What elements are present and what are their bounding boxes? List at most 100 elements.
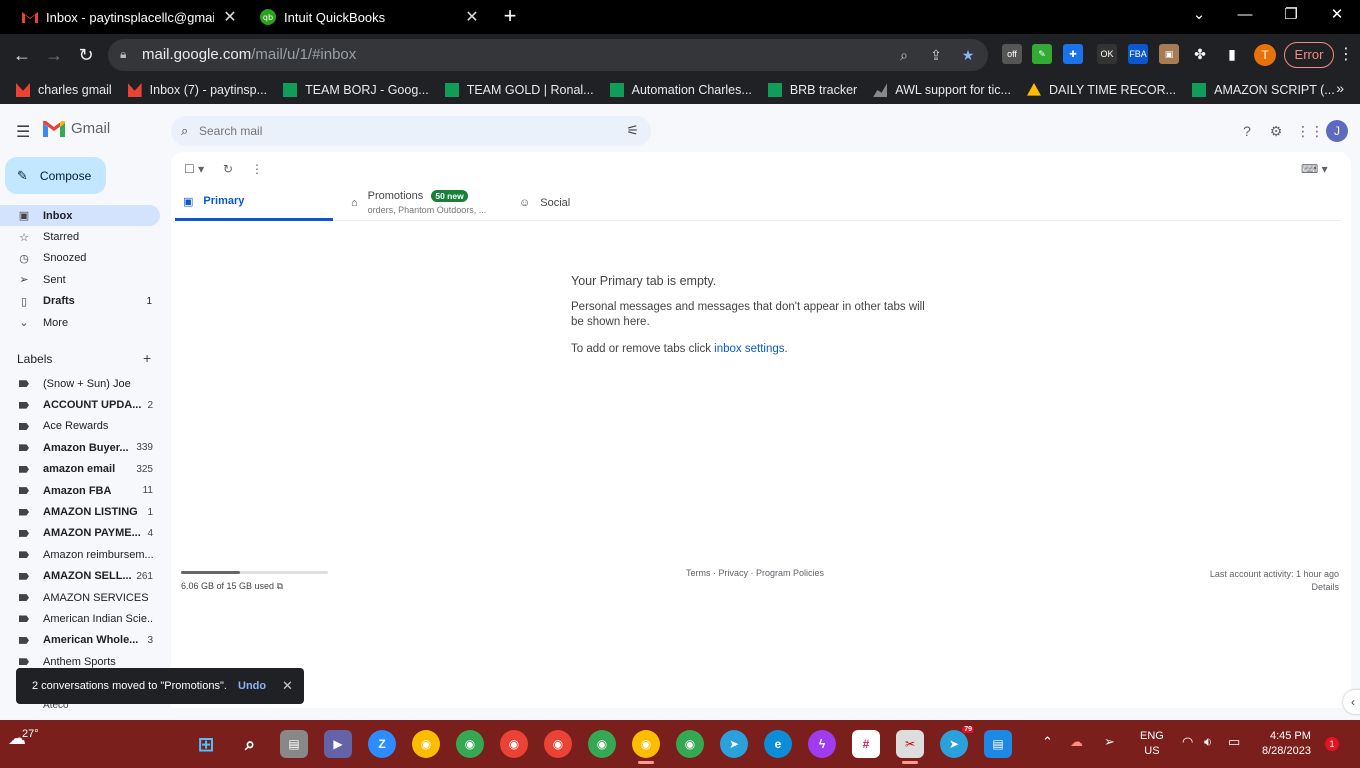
search-icon[interactable]: ⌕	[181, 123, 188, 139]
teams-icon[interactable]: ▶	[324, 730, 352, 758]
settings-gear-icon[interactable]: ⚙	[1267, 122, 1285, 140]
sidebar-item-more[interactable]: ⌄ More	[0, 312, 160, 333]
bookmark-item[interactable]: BRB tracker	[767, 83, 857, 97]
notepad-icon[interactable]: ▤	[984, 730, 1012, 758]
extension-off-icon[interactable]: off	[1002, 44, 1022, 64]
bookmark-item[interactable]: AMAZON SCRIPT (...	[1192, 83, 1335, 97]
browser-menu-icon[interactable]: ⋮	[1338, 44, 1354, 64]
select-checkbox[interactable]: ☐ ▾	[184, 162, 204, 176]
sidebar-label-item[interactable]: AMAZON LISTING 1	[0, 501, 165, 522]
sidebar-item-snoozed[interactable]: ◷ Snoozed	[0, 248, 160, 269]
bookmark-item[interactable]: Inbox (7) - paytinsp...	[127, 83, 267, 97]
storage-text[interactable]: 6.06 GB of 15 GB used ⧉	[181, 581, 328, 592]
tray-overflow-icon[interactable]: ⌃	[1042, 734, 1053, 750]
tab-search-icon[interactable]: ⌄	[1176, 0, 1222, 34]
help-icon[interactable]: ?	[1238, 122, 1256, 140]
bookmark-star-icon[interactable]: ★	[958, 45, 978, 65]
sidebar-label-item[interactable]: Amazon reimbursem...	[0, 544, 165, 565]
sidebar-item-sent[interactable]: ➢ Sent	[0, 269, 160, 290]
address-bar[interactable]: 🔒︎ mail.google.com/mail/u/1/#inbox ⌕ ⇪ ★	[108, 39, 988, 71]
clock[interactable]: 4:45 PM 8/28/2023	[1262, 729, 1311, 759]
external-link-icon[interactable]: ⧉	[277, 581, 283, 591]
extension-dropper-icon[interactable]: ✎	[1032, 44, 1052, 64]
lock-icon[interactable]: 🔒︎	[120, 47, 126, 62]
volume-icon[interactable]: 🔉︎	[1204, 734, 1212, 750]
sidebar-label-item[interactable]: Ace Rewards	[0, 416, 165, 437]
messenger-icon[interactable]: ϟ	[808, 730, 836, 758]
profile-avatar[interactable]: T	[1254, 44, 1276, 66]
sidebar-item-starred[interactable]: ☆ Starred	[0, 226, 160, 247]
chrome-icon[interactable]: ◉	[632, 730, 660, 764]
new-tab-button[interactable]: +	[498, 5, 522, 29]
forward-button[interactable]: →	[42, 43, 66, 67]
sync-error-button[interactable]: Error	[1284, 42, 1334, 68]
zoom-icon[interactable]: ⌕	[894, 45, 914, 65]
more-actions-icon[interactable]: ⋮	[251, 162, 263, 176]
bookmark-item[interactable]: Automation Charles...	[609, 83, 752, 97]
telegram-icon[interactable]: ➤	[720, 730, 748, 758]
language-indicator[interactable]: ENG US	[1140, 729, 1164, 759]
chrome-icon[interactable]: ◉	[544, 730, 572, 758]
bookmark-item[interactable]: AWL support for tic...	[873, 83, 1011, 97]
apps-grid-icon[interactable]: ⋮⋮	[1296, 122, 1324, 140]
compose-button[interactable]: ✎ Compose	[5, 157, 106, 194]
chrome-icon[interactable]: ◉	[588, 730, 616, 758]
wifi-icon[interactable]: ◠	[1182, 734, 1193, 750]
undo-button[interactable]: Undo	[238, 680, 266, 692]
close-window-button[interactable]: ✕	[1314, 0, 1360, 34]
sync-error-tray-icon[interactable]: ☁	[1070, 734, 1083, 750]
inbox-settings-link[interactable]: inbox settings	[714, 343, 784, 355]
tab-social[interactable]: ☺ Social	[519, 184, 570, 221]
tab-close-icon[interactable]: ✕	[464, 7, 480, 27]
extension-fba-icon[interactable]: FBA	[1128, 44, 1148, 64]
account-avatar[interactable]: J	[1326, 120, 1348, 142]
sidebar-label-item[interactable]: Amazon Buyer... 339	[0, 437, 165, 458]
restore-button[interactable]: ❐	[1268, 0, 1314, 34]
bookmarks-overflow-icon[interactable]: »	[1336, 80, 1344, 96]
sidebar-label-item[interactable]: AMAZON PAYME... 4	[0, 523, 165, 544]
sidebar-label-item[interactable]: Amazon FBA 11	[0, 480, 165, 501]
bookmark-item[interactable]: TEAM GOLD | Ronal...	[444, 83, 594, 97]
refresh-icon[interactable]: ↻	[223, 162, 233, 176]
share-icon[interactable]: ⇪	[926, 45, 946, 65]
notification-badge[interactable]: 1	[1325, 737, 1339, 751]
sidebar-label-item[interactable]: American Indian Scie...	[0, 608, 165, 629]
extensions-puzzle-icon[interactable]: ✤	[1190, 44, 1210, 64]
extension-puzzle-blue-icon[interactable]: ✚	[1063, 44, 1083, 64]
snipping-tool-icon[interactable]: ✂	[896, 730, 924, 764]
close-icon[interactable]: ✕	[282, 678, 293, 694]
tab-primary[interactable]: ▣ Primary	[175, 184, 333, 221]
task-view-icon[interactable]: ▤	[280, 730, 308, 758]
input-tools-icon[interactable]: ⌨ ▾	[1301, 162, 1328, 176]
chrome-icon[interactable]: ◉	[456, 730, 484, 758]
tab-quickbooks[interactable]: qb Intuit QuickBooks ✕	[250, 0, 490, 34]
telegram-icon[interactable]: ➤ 79	[940, 726, 974, 758]
tab-close-icon[interactable]: ✕	[222, 7, 238, 27]
sidebar-label-item[interactable]: AMAZON SELL... 261	[0, 566, 165, 587]
search-bar[interactable]: ⌕ ⚟	[171, 116, 651, 146]
sidebar-label-item[interactable]: AMAZON SERVICES	[0, 587, 165, 608]
minimize-button[interactable]: —	[1222, 0, 1268, 34]
sidebar-label-item[interactable]: (Snow + Sun) Joe	[0, 373, 165, 394]
tab-gmail-inbox[interactable]: Inbox - paytinsplacellc@gmail.co ✕	[12, 0, 248, 34]
location-icon[interactable]: ➢	[1104, 734, 1115, 750]
main-menu-icon[interactable]: ☰	[16, 122, 30, 142]
sidebar-label-item[interactable]: American Whole... 3	[0, 630, 165, 651]
chrome-icon[interactable]: ◉	[500, 730, 528, 758]
zoom-app-icon[interactable]: Z	[368, 730, 396, 758]
search-options-icon[interactable]: ⚟	[626, 122, 639, 139]
sidebar-label-item[interactable]: ACCOUNT UPDA... 2	[0, 394, 165, 415]
reload-button[interactable]: ↻	[74, 43, 98, 67]
gmail-logo[interactable]: Gmail	[43, 120, 110, 137]
footer-links[interactable]: Terms · Privacy · Program Policies	[686, 568, 824, 578]
extension-image-icon[interactable]: ▣	[1159, 44, 1179, 64]
details-link[interactable]: Details	[1210, 581, 1339, 594]
extension-ok-icon[interactable]: OK	[1097, 44, 1117, 64]
sidebar-item-drafts[interactable]: ▯ Drafts 1	[0, 291, 160, 312]
side-panel-toggle-icon[interactable]: ‹	[1343, 690, 1360, 714]
bookmark-item[interactable]: DAILY TIME RECOR...	[1026, 83, 1176, 97]
side-panel-icon[interactable]: ▮	[1222, 44, 1242, 64]
back-button[interactable]: ←	[10, 43, 34, 67]
search-input[interactable]	[199, 121, 599, 141]
chrome-icon[interactable]: ◉	[676, 730, 704, 758]
